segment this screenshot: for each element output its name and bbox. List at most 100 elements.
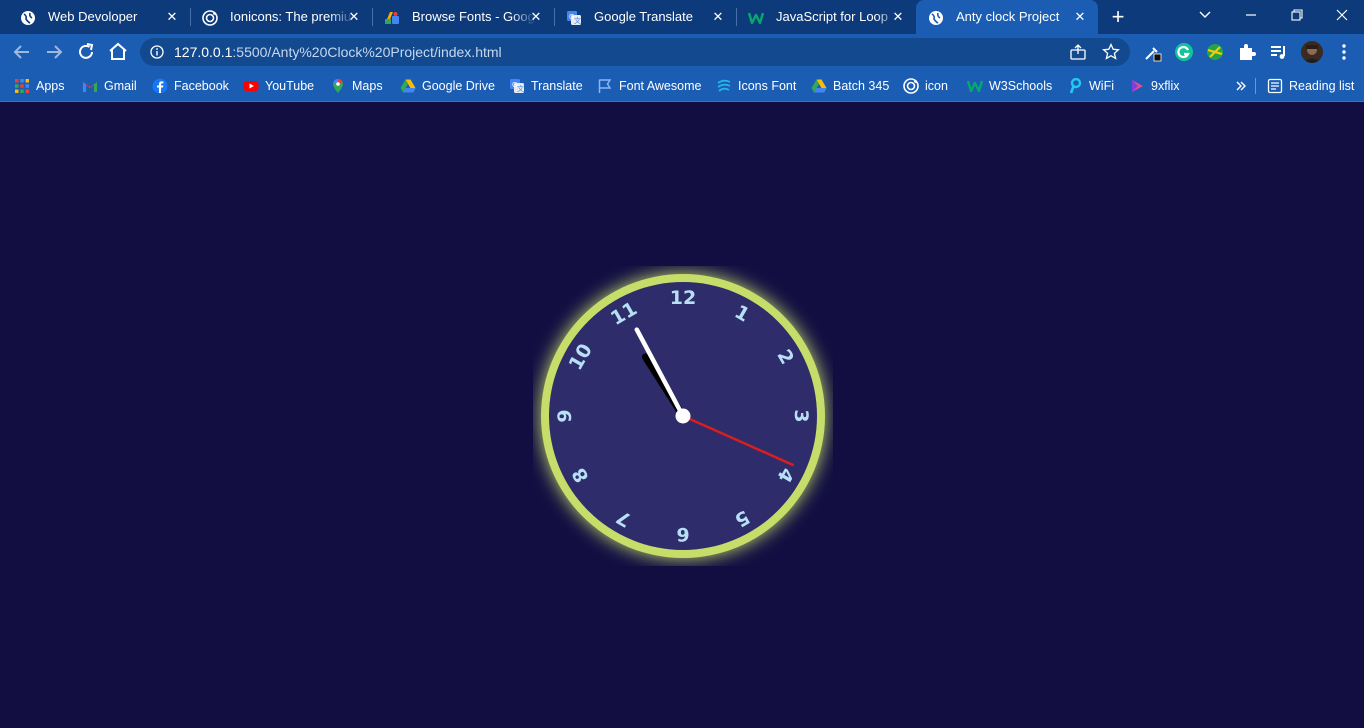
close-icon[interactable]: ✕ — [890, 9, 906, 25]
bookmark-label: Icons Font — [738, 79, 797, 93]
bookmark-google-drive[interactable]: Google Drive — [400, 77, 495, 95]
close-icon[interactable]: ✕ — [346, 9, 362, 25]
w3-icon — [967, 80, 983, 93]
drive-icon — [811, 79, 827, 93]
browser-toolbar: 127.0.0.1:5500/Anty%20Clock%20Project/in… — [0, 34, 1364, 70]
profile-avatar-icon — [1303, 45, 1321, 63]
wifi-icon — [1069, 78, 1082, 94]
bookmark-facebook[interactable]: Facebook — [152, 77, 229, 95]
arrow-right-icon — [47, 45, 63, 59]
reload-button[interactable] — [74, 40, 98, 64]
close-icon[interactable]: ✕ — [1072, 9, 1088, 25]
bookmark-label: Google Drive — [422, 79, 495, 93]
double-chevron-right-icon — [1236, 81, 1246, 91]
minimize-button[interactable] — [1239, 4, 1263, 26]
close-icon[interactable]: ✕ — [164, 9, 180, 25]
info-icon[interactable] — [150, 45, 164, 59]
home-button[interactable] — [106, 40, 130, 64]
tab-title: Browse Fonts - Google — [412, 10, 536, 24]
translate-icon: G文 — [567, 11, 581, 25]
tab-strip: Web Devoloper ✕ Ionicons: The premium ✕ … — [0, 0, 1364, 34]
reload-icon — [79, 43, 94, 59]
bookmark-label: Facebook — [174, 79, 229, 93]
avatar[interactable] — [1301, 41, 1323, 63]
tab-google-translate[interactable]: G文 Google Translate ✕ — [554, 0, 737, 34]
tab-web-devoloper[interactable]: Web Devoloper ✕ — [8, 0, 191, 34]
page-content: 12 1 2 3 4 5 6 7 8 9 10 11 — [0, 103, 1364, 728]
bookmark-9xflix[interactable]: 9xflix — [1129, 77, 1179, 95]
flag-icon — [598, 79, 612, 93]
tab-title: Anty clock Project — [956, 10, 1060, 24]
bookmark-youtube[interactable]: YouTube — [243, 77, 314, 95]
divider — [1255, 78, 1256, 94]
bookmark-label: Apps — [36, 79, 65, 93]
bookmark-translate[interactable]: G文 Translate — [509, 77, 583, 95]
reading-list-icon — [1267, 78, 1283, 94]
close-icon[interactable]: ✕ — [528, 9, 544, 25]
minimize-icon — [1246, 14, 1256, 16]
bookmark-label: YouTube — [265, 79, 315, 93]
menu-kebab-icon[interactable] — [1334, 42, 1354, 62]
icons-font-icon — [717, 79, 731, 92]
address-bar[interactable]: 127.0.0.1:5500/Anty%20Clock%20Project/in… — [140, 38, 1130, 66]
bookmark-batch-345[interactable]: Batch 345 — [811, 77, 889, 95]
tab-browse-fonts[interactable]: Browse Fonts - Google ✕ — [372, 0, 555, 34]
translate-icon: G文 — [510, 79, 524, 93]
google-fonts-icon — [385, 12, 399, 24]
w3-icon — [748, 12, 764, 25]
bookmark-icon[interactable]: icon — [903, 77, 948, 95]
bookmark-icons-font[interactable]: Icons Font — [716, 77, 796, 95]
drive-icon — [400, 79, 416, 93]
tab-anty-clock-project[interactable]: Anty clock Project ✕ — [916, 0, 1098, 34]
ionicons-icon — [202, 10, 218, 26]
center-dot — [675, 408, 691, 424]
bookmark-label: Gmail — [104, 79, 137, 93]
eyedropper-extension-icon[interactable] — [1142, 42, 1162, 62]
restore-button[interactable] — [1285, 4, 1309, 26]
bookmark-label: Translate — [531, 79, 583, 93]
close-window-button[interactable] — [1330, 4, 1354, 26]
forward-button[interactable] — [42, 40, 66, 64]
home-icon — [109, 42, 127, 60]
youtube-icon — [243, 81, 259, 91]
back-button[interactable] — [10, 40, 34, 64]
bookmark-apps[interactable]: Apps — [14, 77, 65, 95]
media-control-icon[interactable] — [1269, 42, 1289, 62]
restore-icon — [1291, 9, 1303, 21]
clock-number-6: 6 — [676, 523, 689, 545]
bookmark-gmail[interactable]: Gmail — [82, 77, 137, 95]
url-text: 127.0.0.1:5500/Anty%20Clock%20Project/in… — [174, 45, 502, 59]
tab-title: JavaScript for Loop — [776, 10, 889, 24]
tab-title: Web Devoloper — [48, 10, 138, 24]
star-icon[interactable] — [1102, 43, 1120, 61]
tab-javascript-for-loop[interactable]: JavaScript for Loop ✕ — [736, 0, 916, 34]
bookmark-w3schools[interactable]: W3Schools — [967, 77, 1052, 95]
bookmark-font-awesome[interactable]: Font Awesome — [597, 77, 701, 95]
bookmark-wifi[interactable]: WiFi — [1067, 77, 1114, 95]
globe-icon — [21, 11, 35, 25]
arrow-left-icon — [13, 45, 29, 59]
share-icon[interactable] — [1069, 43, 1087, 61]
new-tab-button[interactable]: + — [1106, 6, 1130, 28]
apps-grid-icon — [15, 79, 29, 93]
globe-extension-icon[interactable] — [1205, 42, 1225, 62]
gmail-icon — [83, 82, 97, 92]
play-icon — [1132, 80, 1143, 92]
clock-number-3: 3 — [790, 409, 812, 422]
reading-list-button[interactable]: Reading list — [1267, 77, 1354, 95]
bookmark-maps[interactable]: Maps — [330, 77, 383, 95]
bookmarks-bar: Apps Gmail Facebook YouTube Maps Google … — [0, 70, 1364, 102]
more-bookmarks-button[interactable] — [1235, 77, 1247, 95]
maps-icon — [333, 79, 343, 93]
tab-ionicons[interactable]: Ionicons: The premium ✕ — [190, 0, 373, 34]
globe-icon — [929, 11, 943, 25]
close-icon[interactable]: ✕ — [710, 9, 726, 25]
facebook-icon — [152, 78, 168, 94]
svg-text:文: 文 — [574, 16, 581, 25]
bookmark-label: W3Schools — [989, 79, 1053, 93]
tab-search-button[interactable] — [1193, 4, 1217, 26]
puzzle-icon[interactable] — [1237, 42, 1257, 62]
url-path: :5500/Anty%20Clock%20Project/index.html — [232, 44, 502, 60]
grammarly-extension-icon[interactable] — [1174, 42, 1194, 62]
tab-title: Google Translate — [594, 10, 694, 24]
